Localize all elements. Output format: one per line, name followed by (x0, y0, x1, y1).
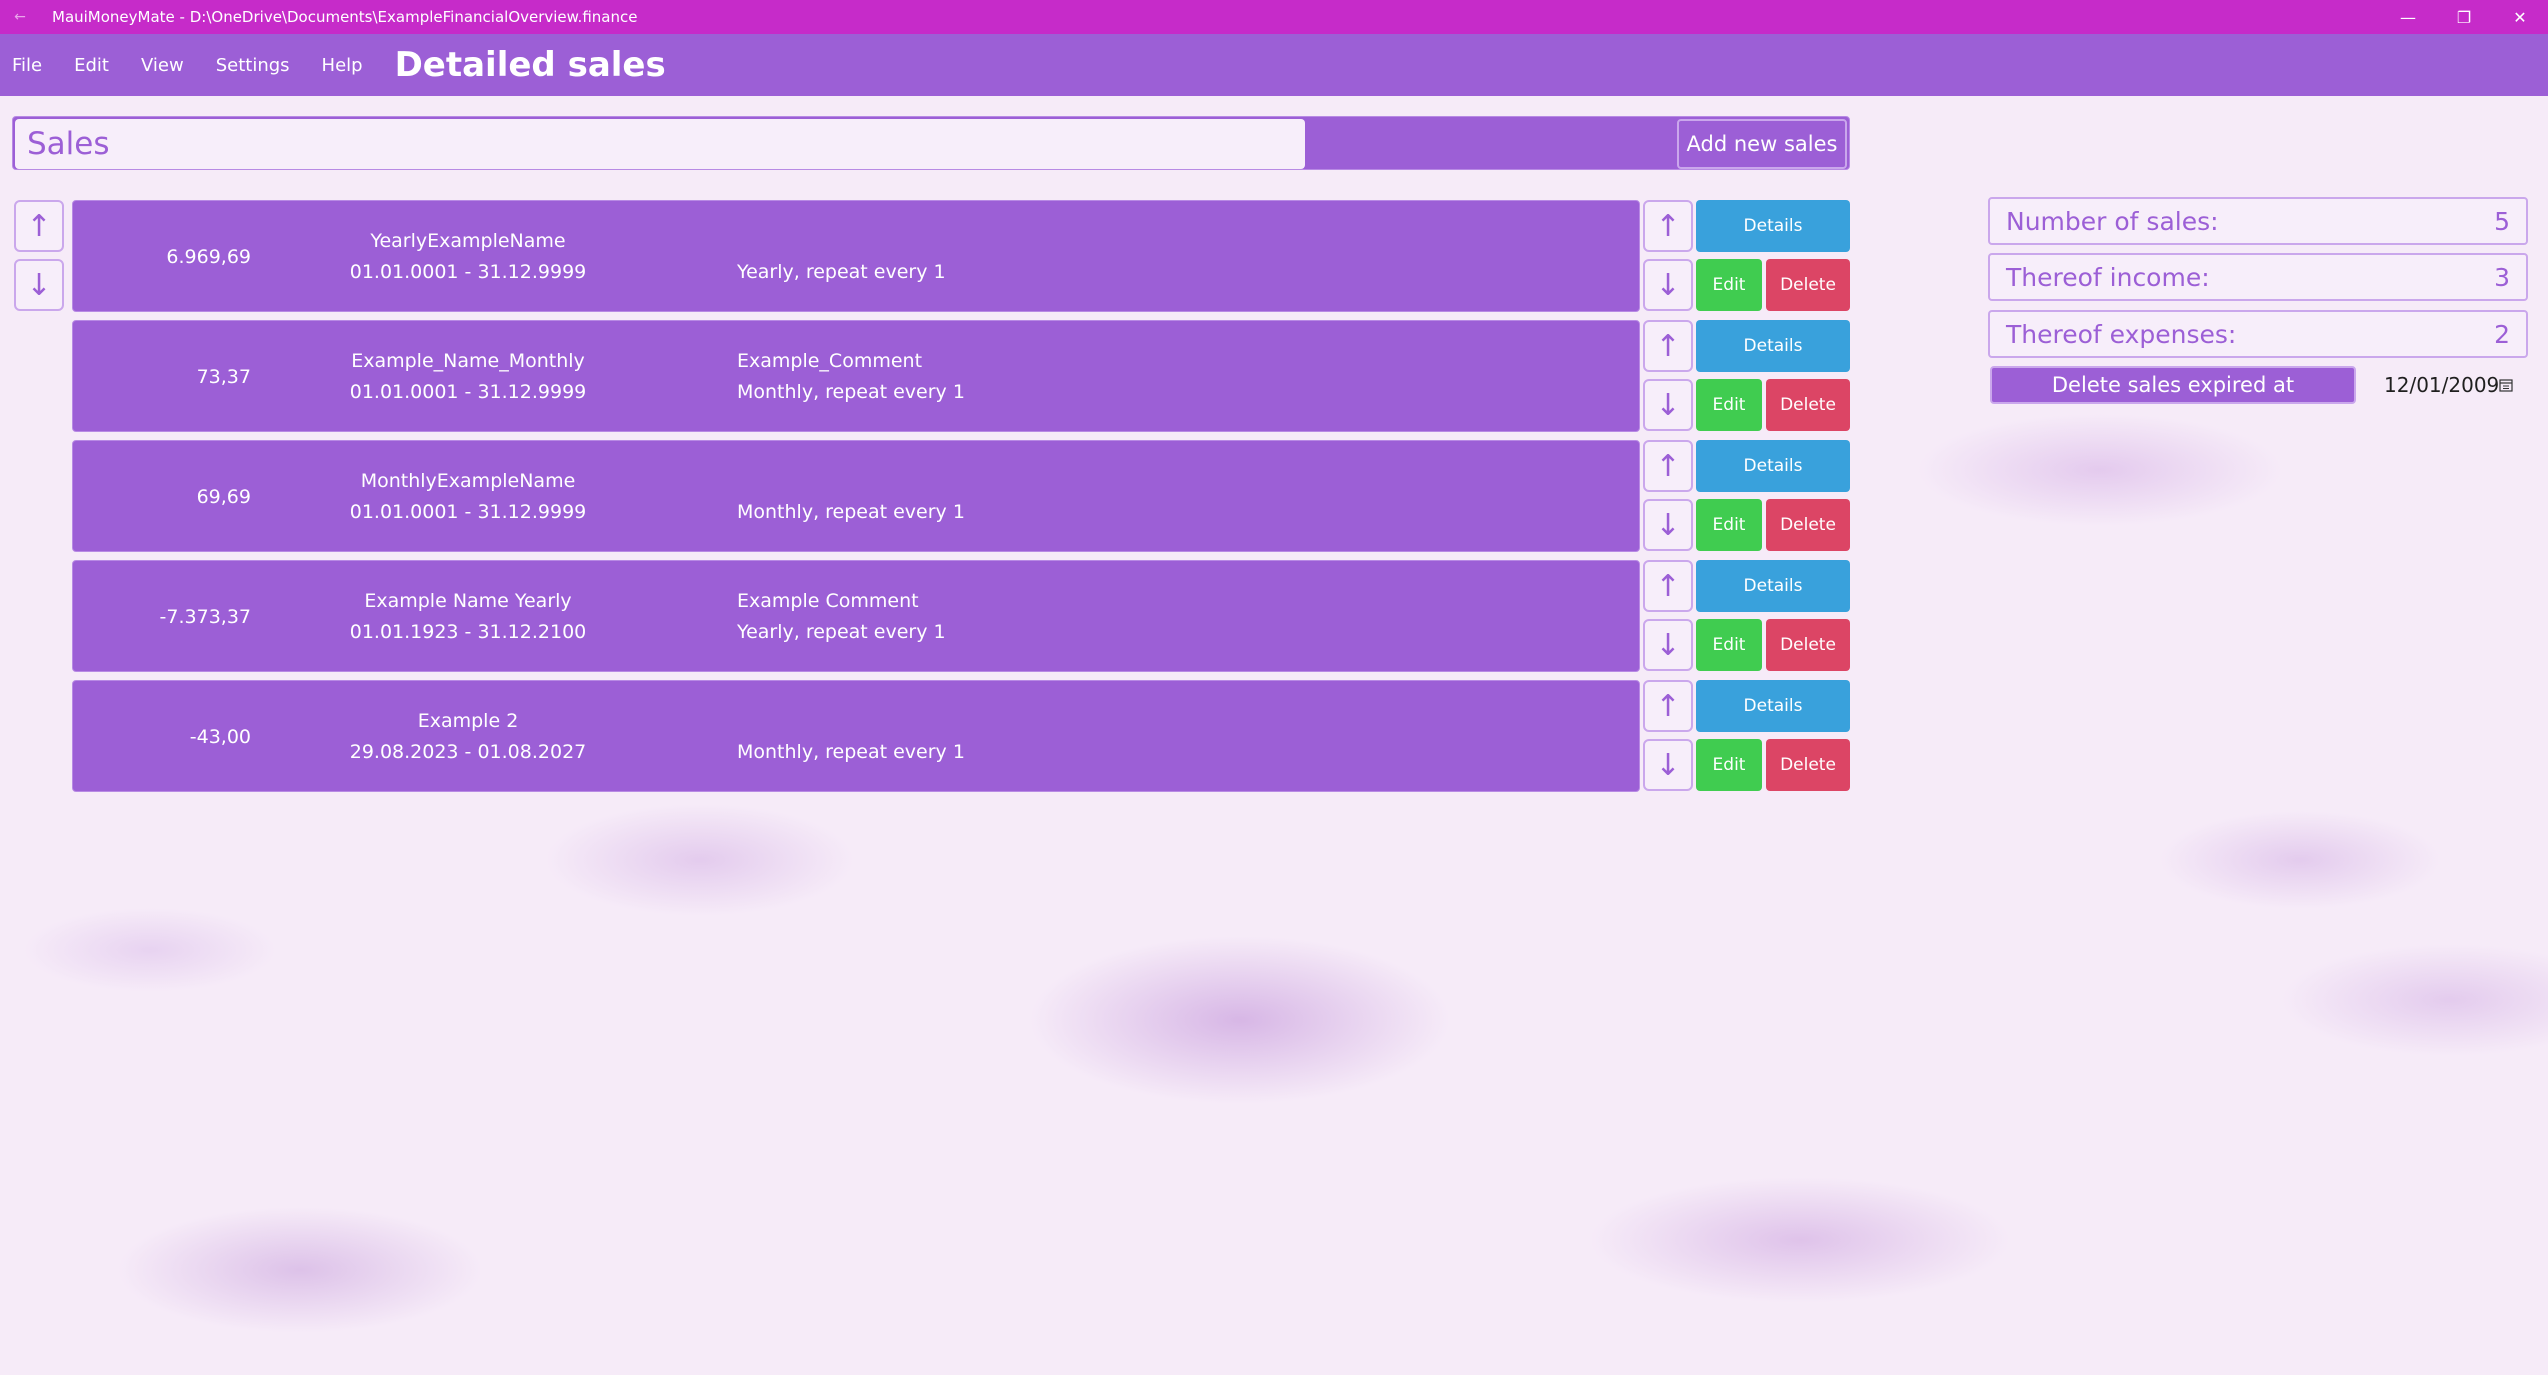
minimize-icon[interactable]: — (2380, 0, 2436, 34)
row-up-button[interactable]: ↑ (1643, 200, 1693, 252)
sale-name: MonthlyExampleName (360, 470, 576, 492)
number-of-sales-label: Number of sales: (2006, 206, 2219, 236)
sale-name-block: Example Name Yearly 01.01.1923 - 31.12.2… (303, 561, 633, 673)
income-count-stat: Thereof income: 3 (1988, 253, 2528, 301)
details-button[interactable]: Details (1696, 560, 1850, 612)
sale-dates: 01.01.1923 - 31.12.2100 (349, 621, 587, 643)
details-button[interactable]: Details (1696, 320, 1850, 372)
sale-recurrence: Monthly, repeat every 1 (737, 741, 965, 763)
menu-view[interactable]: View (141, 55, 184, 76)
sale-name: Example 2 (417, 710, 519, 732)
sale-recurrence: Yearly, repeat every 1 (737, 261, 946, 283)
row-down-button[interactable]: ↓ (1643, 259, 1693, 311)
row-up-button[interactable]: ↑ (1643, 320, 1693, 372)
sale-recurrence: Monthly, repeat every 1 (737, 501, 965, 523)
sale-amount: -43,00 (189, 726, 251, 748)
delete-button[interactable]: Delete (1766, 259, 1850, 311)
expiry-date-picker[interactable]: 12/01/2009 (2384, 366, 2499, 404)
menu-bar: File Edit View Settings Help Detailed sa… (0, 34, 2548, 96)
sales-header: Sales Add new sales (12, 116, 1850, 170)
menu-settings[interactable]: Settings (216, 55, 290, 76)
delete-expired-sales-button[interactable]: Delete sales expired at (1990, 366, 2356, 404)
restore-icon[interactable]: ❐ (2436, 0, 2492, 34)
menu-file[interactable]: File (12, 55, 42, 76)
title-bar: ← MauiMoneyMate - D:\OneDrive\Documents\… (0, 0, 2548, 34)
number-of-sales-value: 5 (2494, 206, 2510, 236)
page-title: Detailed sales (394, 45, 666, 85)
move-down-button[interactable]: ↓ (14, 259, 64, 311)
expenses-count-label: Thereof expenses: (2006, 319, 2237, 349)
sale-dates: 29.08.2023 - 01.08.2027 (349, 741, 587, 763)
sale-name-block: Example_Name_Monthly 01.01.0001 - 31.12.… (303, 321, 633, 433)
row-down-button[interactable]: ↓ (1643, 379, 1693, 431)
menu-help[interactable]: Help (322, 55, 363, 76)
back-arrow-icon[interactable]: ← (0, 9, 40, 25)
window-controls: — ❐ ✕ (2380, 0, 2548, 34)
delete-button[interactable]: Delete (1766, 379, 1850, 431)
edit-button[interactable]: Edit (1696, 619, 1762, 671)
sale-amount: -7.373,37 (159, 606, 251, 628)
row-down-button[interactable]: ↓ (1643, 739, 1693, 791)
sale-name: Example_Name_Monthly (351, 350, 585, 372)
income-count-value: 3 (2494, 262, 2510, 292)
sale-comment-block: Monthly, repeat every 1 (737, 681, 1537, 793)
sale-name: YearlyExampleName (370, 230, 566, 252)
expenses-count-stat: Thereof expenses: 2 (1988, 310, 2528, 358)
main-content: Sales Add new sales ↑ ↓ 6.969,69 YearlyE… (0, 0, 2548, 1375)
sale-comment-block: Example_Comment Monthly, repeat every 1 (737, 321, 1537, 433)
delete-button[interactable]: Delete (1766, 739, 1850, 791)
edit-button[interactable]: Edit (1696, 379, 1762, 431)
menu-edit[interactable]: Edit (74, 55, 109, 76)
sale-amount: 69,69 (196, 486, 251, 508)
details-button[interactable]: Details (1696, 440, 1850, 492)
sale-comment-block: Yearly, repeat every 1 (737, 201, 1537, 313)
sale-recurrence: Yearly, repeat every 1 (737, 621, 946, 643)
number-of-sales-stat: Number of sales: 5 (1988, 197, 2528, 245)
calendar-icon[interactable] (2498, 377, 2514, 393)
sale-comment-block: Example Comment Yearly, repeat every 1 (737, 561, 1537, 673)
expenses-count-value: 2 (2494, 319, 2510, 349)
sale-row[interactable]: -7.373,37 Example Name Yearly 01.01.1923… (72, 560, 1640, 672)
sale-dates: 01.01.0001 - 31.12.9999 (349, 381, 587, 403)
row-up-button[interactable]: ↑ (1643, 680, 1693, 732)
window-title: MauiMoneyMate - D:\OneDrive\Documents\Ex… (52, 8, 638, 26)
add-new-sales-button[interactable]: Add new sales (1677, 119, 1847, 169)
sale-amount: 6.969,69 (166, 246, 251, 268)
sale-name: Example Name Yearly (364, 590, 572, 612)
income-count-label: Thereof income: (2006, 262, 2210, 292)
row-down-button[interactable]: ↓ (1643, 619, 1693, 671)
details-button[interactable]: Details (1696, 200, 1850, 252)
close-icon[interactable]: ✕ (2492, 0, 2548, 34)
sale-name-block: MonthlyExampleName 01.01.0001 - 31.12.99… (303, 441, 633, 553)
sale-row[interactable]: 6.969,69 YearlyExampleName 01.01.0001 - … (72, 200, 1640, 312)
sale-dates: 01.01.0001 - 31.12.9999 (349, 261, 587, 283)
delete-button[interactable]: Delete (1766, 499, 1850, 551)
edit-button[interactable]: Edit (1696, 499, 1762, 551)
sale-dates: 01.01.0001 - 31.12.9999 (349, 501, 587, 523)
sale-amount: 73,37 (196, 366, 251, 388)
sale-row[interactable]: 69,69 MonthlyExampleName 01.01.0001 - 31… (72, 440, 1640, 552)
sales-title: Sales (15, 119, 1305, 169)
edit-button[interactable]: Edit (1696, 739, 1762, 791)
row-up-button[interactable]: ↑ (1643, 560, 1693, 612)
sale-name-block: Example 2 29.08.2023 - 01.08.2027 (303, 681, 633, 793)
row-up-button[interactable]: ↑ (1643, 440, 1693, 492)
delete-button[interactable]: Delete (1766, 619, 1850, 671)
sale-comment-block: Monthly, repeat every 1 (737, 441, 1537, 553)
details-button[interactable]: Details (1696, 680, 1850, 732)
row-down-button[interactable]: ↓ (1643, 499, 1693, 551)
sale-comment: Example_Comment (737, 350, 923, 372)
sale-comment: Example Comment (737, 590, 919, 612)
sale-name-block: YearlyExampleName 01.01.0001 - 31.12.999… (303, 201, 633, 313)
edit-button[interactable]: Edit (1696, 259, 1762, 311)
sale-row[interactable]: -43,00 Example 2 29.08.2023 - 01.08.2027… (72, 680, 1640, 792)
move-up-button[interactable]: ↑ (14, 200, 64, 252)
sale-row[interactable]: 73,37 Example_Name_Monthly 01.01.0001 - … (72, 320, 1640, 432)
sale-recurrence: Monthly, repeat every 1 (737, 381, 965, 403)
